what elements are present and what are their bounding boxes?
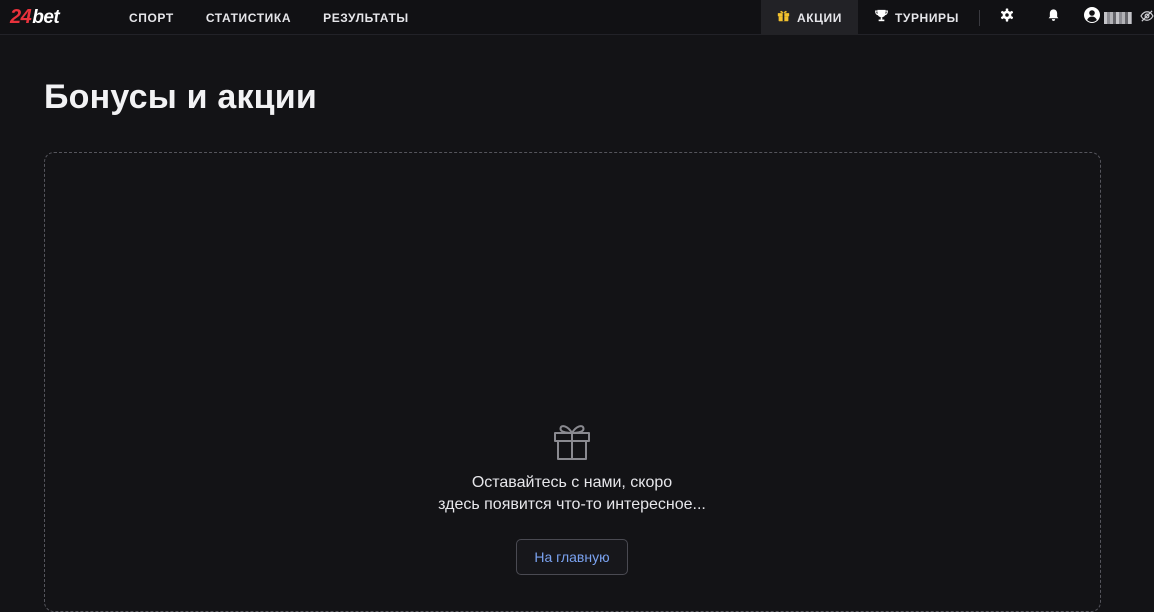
empty-state-message: Оставайтесь с нами, скоро здесь появится…	[372, 472, 772, 516]
settings-button[interactable]	[996, 0, 1018, 35]
empty-state-line-1: Оставайтесь с нами, скоро	[471, 474, 673, 491]
trophy-icon	[875, 9, 888, 27]
gift-icon	[777, 9, 790, 27]
main-nav: СПОРТ СТАТИСТИКА РЕЗУЛЬТАТЫ	[129, 0, 441, 35]
nav-item-statistics[interactable]: СТАТИСТИКА	[206, 11, 291, 25]
header-divider	[979, 9, 980, 26]
logo-number: 24	[10, 6, 32, 28]
toggle-visibility-button[interactable]	[1140, 0, 1154, 35]
page-title: Бонусы и акции	[44, 78, 317, 116]
user-circle-icon	[1084, 7, 1100, 28]
promotions-label: АКЦИИ	[796, 10, 842, 25]
empty-state-line-2: здесь появится что-то интересное...	[438, 496, 706, 513]
tournaments-tab[interactable]: ТУРНИРЫ	[858, 0, 979, 35]
tournaments-label: ТУРНИРЫ	[894, 10, 959, 25]
account-button[interactable]	[1084, 7, 1132, 28]
notifications-button[interactable]	[1042, 0, 1064, 35]
go-home-button[interactable]: На главную	[516, 539, 628, 575]
header-actions: АКЦИИ ТУРНИРЫ	[760, 0, 1154, 35]
gear-icon	[1000, 8, 1014, 27]
bell-icon	[1047, 8, 1060, 27]
nav-item-sport[interactable]: СПОРТ	[129, 11, 174, 25]
logo-text: bet	[32, 7, 60, 28]
promotions-tab[interactable]: АКЦИИ	[760, 0, 858, 35]
top-navigation-bar: 24 bet СПОРТ СТАТИСТИКА РЕЗУЛЬТАТЫ АКЦИИ	[0, 0, 1154, 35]
masked-username	[1104, 11, 1132, 24]
brand-logo[interactable]: 24 bet	[10, 6, 60, 28]
eye-off-icon	[1140, 9, 1154, 27]
gift-icon	[553, 421, 591, 461]
nav-item-results[interactable]: РЕЗУЛЬТАТЫ	[323, 11, 409, 25]
